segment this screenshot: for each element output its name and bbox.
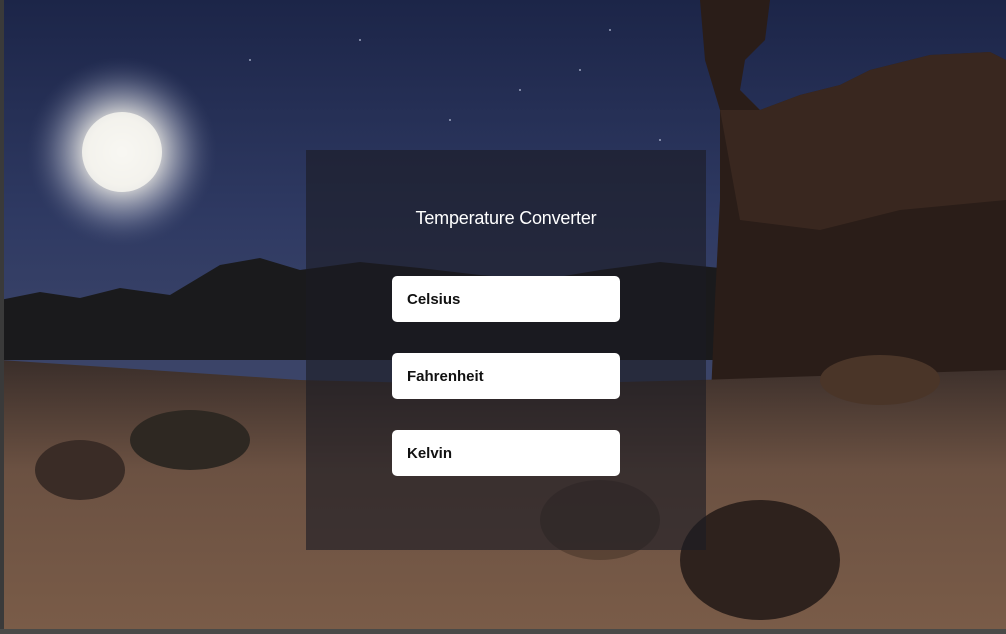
app-window: Temperature Converter	[0, 0, 1006, 634]
window-border-bottom	[0, 629, 1006, 634]
window-border-left	[0, 0, 4, 634]
page-title: Temperature Converter	[415, 208, 597, 228]
converter-panel: Temperature Converter	[306, 150, 706, 550]
fahrenheit-input[interactable]	[392, 353, 620, 399]
celsius-input[interactable]	[392, 276, 620, 322]
kelvin-input[interactable]	[392, 430, 620, 476]
